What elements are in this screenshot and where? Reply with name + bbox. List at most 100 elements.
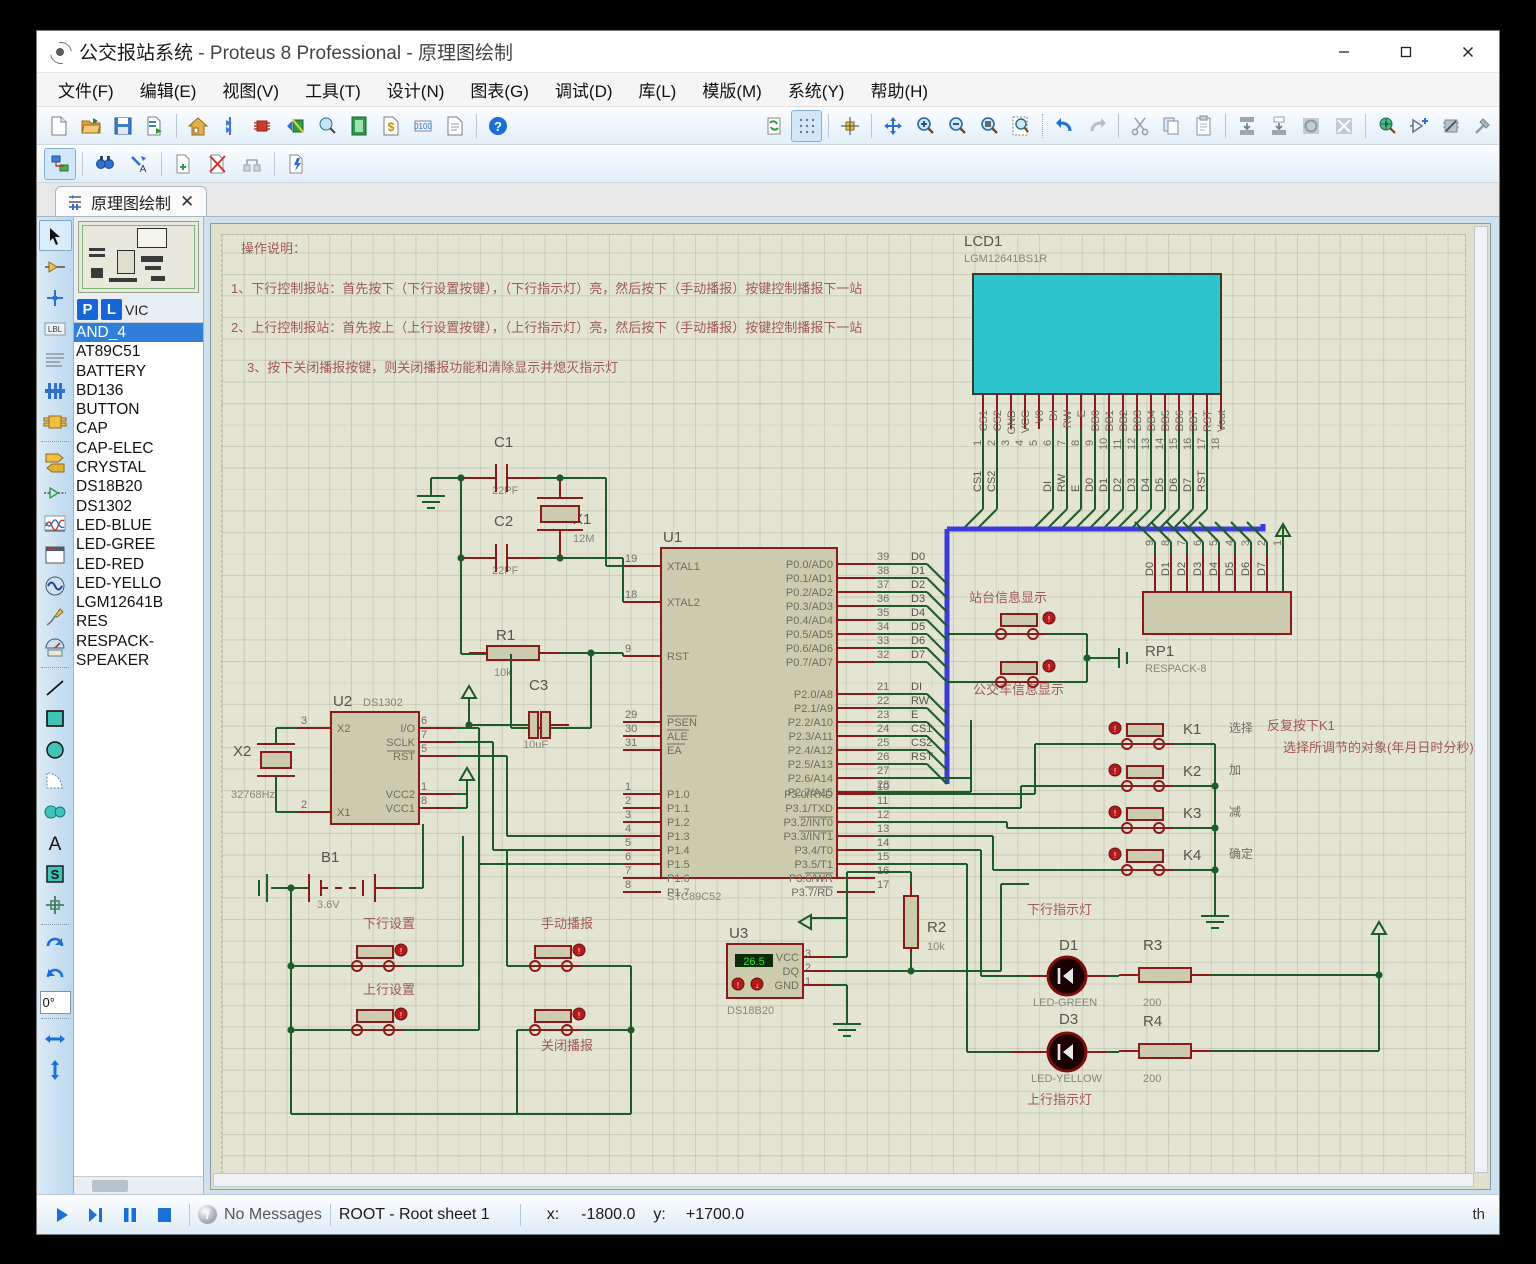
pick-device-icon[interactable]	[1371, 110, 1401, 142]
generator-mode-icon[interactable]	[39, 570, 72, 601]
bom-cost-icon[interactable]: $	[376, 110, 406, 142]
marker-tool-icon[interactable]	[39, 889, 72, 920]
redo-icon[interactable]	[1082, 110, 1112, 142]
new-sheet-icon[interactable]	[168, 148, 200, 180]
pause-icon[interactable]	[113, 1199, 147, 1231]
menu-tool[interactable]: 工具(T)	[292, 73, 374, 106]
decompose-icon[interactable]	[1468, 110, 1498, 142]
menu-edit[interactable]: 编辑(E)	[127, 73, 210, 106]
selection-mode-icon[interactable]	[38, 220, 72, 251]
menu-system[interactable]: 系统(Y)	[775, 73, 858, 106]
line-tool-icon[interactable]	[39, 672, 72, 703]
paste-icon[interactable]	[1189, 110, 1219, 142]
save-icon[interactable]	[108, 110, 138, 142]
block-delete-icon[interactable]	[1328, 110, 1358, 142]
back-annotate-icon[interactable]	[279, 110, 309, 142]
list-item[interactable]: CAP-ELEC	[74, 439, 203, 458]
list-item[interactable]: AT89C51	[74, 342, 203, 361]
rotate-clockwise-icon[interactable]	[39, 929, 72, 960]
schematic-capture-icon[interactable]	[44, 147, 76, 180]
stop-icon[interactable]	[147, 1199, 181, 1231]
virtual-instrument-mode-icon[interactable]	[39, 632, 72, 663]
mirror-horizontal-icon[interactable]	[39, 1023, 72, 1054]
bill-of-materials-icon[interactable]	[215, 110, 245, 142]
block-copy-icon[interactable]	[1232, 110, 1262, 142]
canvas-horizontal-scrollbar[interactable]	[213, 1173, 1474, 1187]
component-mode-icon[interactable]	[39, 251, 72, 282]
voltage-probe-mode-icon[interactable]	[39, 601, 72, 632]
pan-icon[interactable]	[878, 110, 908, 142]
text-tool-icon[interactable]: A	[39, 827, 72, 858]
block-move-icon[interactable]	[1264, 110, 1294, 142]
canvas-vertical-scrollbar[interactable]	[1474, 226, 1488, 1173]
help-icon[interactable]: ?	[483, 110, 513, 142]
new-file-icon[interactable]	[44, 110, 74, 142]
goto-sheet-icon[interactable]	[236, 148, 268, 180]
report-icon[interactable]	[440, 110, 470, 142]
list-item[interactable]: AND_4	[74, 323, 203, 343]
menu-library[interactable]: 库(L)	[626, 73, 690, 106]
tab-close-icon[interactable]: ✕	[178, 192, 196, 212]
design-notes-icon[interactable]	[281, 148, 313, 180]
visual-designer-icon[interactable]: 0100	[408, 110, 438, 142]
menu-view[interactable]: 视图(V)	[209, 73, 292, 106]
undo-icon[interactable]	[1050, 110, 1080, 142]
property-assignment-icon[interactable]: A	[123, 148, 155, 180]
zoom-area-icon[interactable]	[974, 110, 1004, 142]
copy-icon[interactable]	[1157, 110, 1187, 142]
symbol-tool-icon[interactable]: S	[39, 858, 72, 889]
list-item[interactable]: DS18B20	[74, 477, 203, 496]
panel-horizontal-scrollbar[interactable]	[74, 1176, 203, 1194]
remove-sheet-icon[interactable]	[202, 148, 234, 180]
list-item[interactable]: RESPACK-	[74, 632, 203, 651]
maximize-button[interactable]	[1375, 31, 1437, 72]
graph-mode-icon[interactable]	[39, 508, 72, 539]
home-icon[interactable]	[183, 110, 213, 142]
list-item[interactable]: LED-BLUE	[74, 516, 203, 535]
path-tool-icon[interactable]	[39, 796, 72, 827]
menu-design[interactable]: 设计(N)	[374, 73, 458, 106]
schematic-canvas[interactable]: .w{stroke:#1d5c28;stroke-width:2;fill:no…	[210, 223, 1491, 1190]
list-item[interactable]: LED-RED	[74, 555, 203, 574]
menu-graph[interactable]: 图表(G)	[457, 73, 542, 106]
junction-dot-mode-icon[interactable]	[39, 282, 72, 313]
cut-icon[interactable]	[1125, 110, 1155, 142]
box-tool-icon[interactable]	[39, 703, 72, 734]
list-item[interactable]: LED-GREE	[74, 535, 203, 554]
list-item[interactable]: CAP	[74, 419, 203, 438]
list-item[interactable]: DS1302	[74, 497, 203, 516]
menu-help[interactable]: 帮助(H)	[857, 73, 941, 106]
play-icon[interactable]	[45, 1199, 79, 1231]
list-item[interactable]: BATTERY	[74, 362, 203, 381]
bus-mode-icon[interactable]	[39, 375, 72, 406]
close-button[interactable]	[1437, 31, 1499, 72]
open-folder-icon[interactable]	[76, 110, 106, 142]
mirror-vertical-icon[interactable]	[39, 1054, 72, 1085]
menu-debug[interactable]: 调试(D)	[542, 73, 626, 106]
terminals-mode-icon[interactable]	[39, 446, 72, 477]
origin-icon[interactable]	[835, 110, 865, 142]
list-item[interactable]: RES	[74, 612, 203, 631]
preview-pane[interactable]	[78, 221, 199, 293]
pick-devices-button[interactable]: P	[77, 299, 98, 320]
message-area[interactable]: i No Messages	[198, 1205, 322, 1224]
menu-file[interactable]: 文件(F)	[45, 73, 127, 106]
rotate-counterclockwise-icon[interactable]	[39, 960, 72, 991]
wire-label-mode-icon[interactable]: LBL	[39, 313, 72, 344]
library-button[interactable]: L	[101, 299, 122, 320]
export-icon[interactable]	[140, 110, 170, 142]
circle-tool-icon[interactable]	[39, 734, 72, 765]
block-rotate-icon[interactable]	[1296, 110, 1326, 142]
search-design-icon[interactable]	[312, 110, 342, 142]
grid-toggle-icon[interactable]	[791, 109, 822, 142]
minimize-button[interactable]	[1313, 31, 1375, 72]
zoom-sheet-icon[interactable]	[1006, 110, 1036, 142]
device-pin-mode-icon[interactable]	[39, 477, 72, 508]
component-list[interactable]: AND_4 AT89C51 BATTERY BD136 BUTTON CAP C…	[74, 323, 203, 1176]
scrollbar-thumb[interactable]	[92, 1180, 128, 1192]
arc-tool-icon[interactable]	[39, 765, 72, 796]
list-item[interactable]: LED-YELLO	[74, 574, 203, 593]
schematic-drawing[interactable]: .w{stroke:#1d5c28;stroke-width:2;fill:no…	[211, 224, 1491, 1164]
tape-recorder-mode-icon[interactable]	[39, 539, 72, 570]
list-item[interactable]: LGM12641B	[74, 593, 203, 612]
